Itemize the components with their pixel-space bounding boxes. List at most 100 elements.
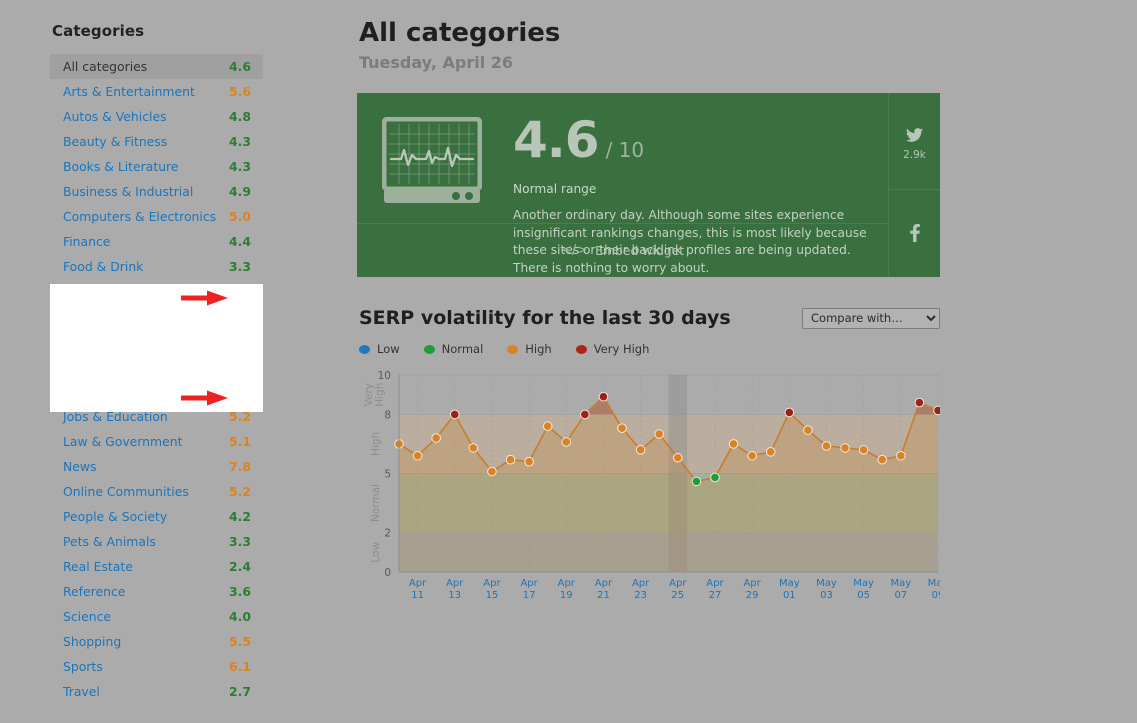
category-row[interactable]: Beauty & Fitness 4.3: [50, 129, 263, 154]
category-row[interactable]: Law & Government5.1: [50, 429, 263, 454]
chart-point[interactable]: [543, 422, 552, 431]
category-row[interactable]: Jobs & Education5.2: [50, 404, 263, 429]
chart-point[interactable]: [562, 438, 571, 447]
category-row[interactable]: People & Society4.2: [50, 504, 263, 529]
category-row[interactable]: Finance4.4: [50, 229, 263, 254]
legend-item[interactable]: Normal: [424, 342, 484, 356]
chart-point[interactable]: [748, 451, 757, 460]
category-name[interactable]: Shopping: [63, 634, 121, 649]
category-name[interactable]: Internet & Telecom: [63, 384, 180, 399]
twitter-share-button[interactable]: 2.9k: [889, 93, 940, 189]
chart-point[interactable]: [804, 426, 813, 435]
category-row[interactable]: Arts & Entertainment5.6: [50, 79, 263, 104]
chart-point[interactable]: [599, 392, 608, 401]
chart-point[interactable]: [878, 455, 887, 464]
embed-widget-bar[interactable]: </> Embed widget: [357, 223, 888, 277]
category-row[interactable]: Books & Literature4.3: [50, 154, 263, 179]
category-row[interactable]: Games5.6: [50, 279, 263, 304]
category-row[interactable]: Reference3.6: [50, 579, 263, 604]
category-name[interactable]: Computers & Electronics: [63, 209, 216, 224]
chart-band-label: Normal: [370, 484, 382, 522]
chart-band-label: High: [370, 432, 382, 456]
category-row[interactable]: Shopping5.5: [50, 629, 263, 654]
volatility-chart: 025810LowNormalHighVeryHighApr11Apr13Apr…: [357, 365, 940, 600]
category-row[interactable]: Sports6.1: [50, 654, 263, 679]
category-name[interactable]: Autos & Vehicles: [63, 109, 167, 124]
category-name[interactable]: Real Estate: [63, 559, 133, 574]
main-content: All categories Tuesday, April 26: [357, 0, 940, 600]
category-row[interactable]: Home & Garden5.1: [50, 354, 263, 379]
category-row[interactable]: Science4.0: [50, 604, 263, 629]
facebook-share-button[interactable]: [889, 189, 940, 278]
category-name[interactable]: Arts & Entertainment: [63, 84, 195, 99]
chart-point[interactable]: [450, 410, 459, 419]
category-name[interactable]: News: [63, 459, 96, 474]
chart-point[interactable]: [897, 451, 906, 460]
category-score: 3.4: [229, 309, 251, 324]
category-name[interactable]: People & Society: [63, 509, 167, 524]
category-name[interactable]: Games: [63, 284, 106, 299]
chart-point[interactable]: [618, 424, 627, 433]
chart-point[interactable]: [581, 410, 590, 419]
chart-point[interactable]: [655, 430, 664, 439]
chart-point[interactable]: [766, 448, 775, 457]
category-score: 2.7: [229, 684, 251, 699]
chart-point[interactable]: [413, 451, 422, 460]
category-name[interactable]: Travel: [63, 684, 100, 699]
category-name[interactable]: Food & Drink: [63, 259, 143, 274]
legend-item[interactable]: Very High: [576, 342, 650, 356]
category-row[interactable]: Autos & Vehicles4.8: [50, 104, 263, 129]
category-name[interactable]: Sports: [63, 659, 103, 674]
category-name[interactable]: Jobs & Education: [63, 409, 168, 424]
chart-xtick-label: 25: [671, 590, 684, 600]
chart-point[interactable]: [506, 455, 515, 464]
category-name[interactable]: All categories: [63, 59, 147, 74]
chart-point[interactable]: [525, 457, 534, 466]
chart-point[interactable]: [673, 453, 682, 462]
category-name[interactable]: Pets & Animals: [63, 534, 156, 549]
chart-point[interactable]: [859, 446, 868, 455]
category-row[interactable]: Hobbies & Leisure4.2: [50, 329, 263, 354]
category-name[interactable]: Books & Literature: [63, 159, 179, 174]
category-row[interactable]: Pets & Animals3.3: [50, 529, 263, 554]
chart-point[interactable]: [729, 440, 738, 449]
category-name[interactable]: Science: [63, 609, 111, 624]
category-name[interactable]: Online Communities: [63, 484, 189, 499]
category-row[interactable]: Health 3.4: [50, 304, 263, 329]
chart-point[interactable]: [822, 442, 831, 451]
category-name[interactable]: Health: [63, 309, 104, 324]
chart-point[interactable]: [488, 467, 497, 476]
legend-item[interactable]: Low: [359, 342, 400, 356]
category-row[interactable]: Computers & Electronics5.0: [50, 204, 263, 229]
chart-point[interactable]: [915, 398, 924, 407]
chart-point[interactable]: [692, 477, 701, 486]
category-row[interactable]: Online Communities5.2: [50, 479, 263, 504]
compare-with-dropdown[interactable]: Compare with…: [802, 308, 940, 329]
category-row[interactable]: News7.8: [50, 454, 263, 479]
category-row[interactable]: Travel 2.7: [50, 679, 263, 704]
chart-point[interactable]: [934, 406, 940, 415]
category-row[interactable]: Internet & Telecom4.9: [50, 379, 263, 404]
category-name[interactable]: Home & Garden: [63, 359, 163, 374]
chart-point[interactable]: [469, 444, 478, 453]
volatility-score-max: / 10: [606, 138, 645, 162]
category-name[interactable]: Law & Government: [63, 434, 182, 449]
chart-point[interactable]: [636, 446, 645, 455]
chart-point[interactable]: [785, 408, 794, 417]
category-row[interactable]: All categories4.6: [50, 54, 263, 79]
category-name[interactable]: Business & Industrial: [63, 184, 193, 199]
category-name[interactable]: Reference: [63, 584, 125, 599]
category-score: 4.3: [229, 134, 251, 149]
category-row[interactable]: Business & Industrial4.9: [50, 179, 263, 204]
category-name[interactable]: Hobbies & Leisure: [63, 334, 175, 349]
legend-item[interactable]: High: [507, 342, 551, 356]
category-row[interactable]: Real Estate2.4: [50, 554, 263, 579]
legend-marker-icon: [507, 345, 518, 354]
chart-xtick-label: Apr: [669, 578, 687, 589]
chart-point[interactable]: [432, 434, 441, 443]
chart-point[interactable]: [841, 444, 850, 453]
category-row[interactable]: Food & Drink3.3: [50, 254, 263, 279]
category-name[interactable]: Beauty & Fitness: [63, 134, 167, 149]
category-name[interactable]: Finance: [63, 234, 110, 249]
chart-point[interactable]: [711, 473, 720, 482]
